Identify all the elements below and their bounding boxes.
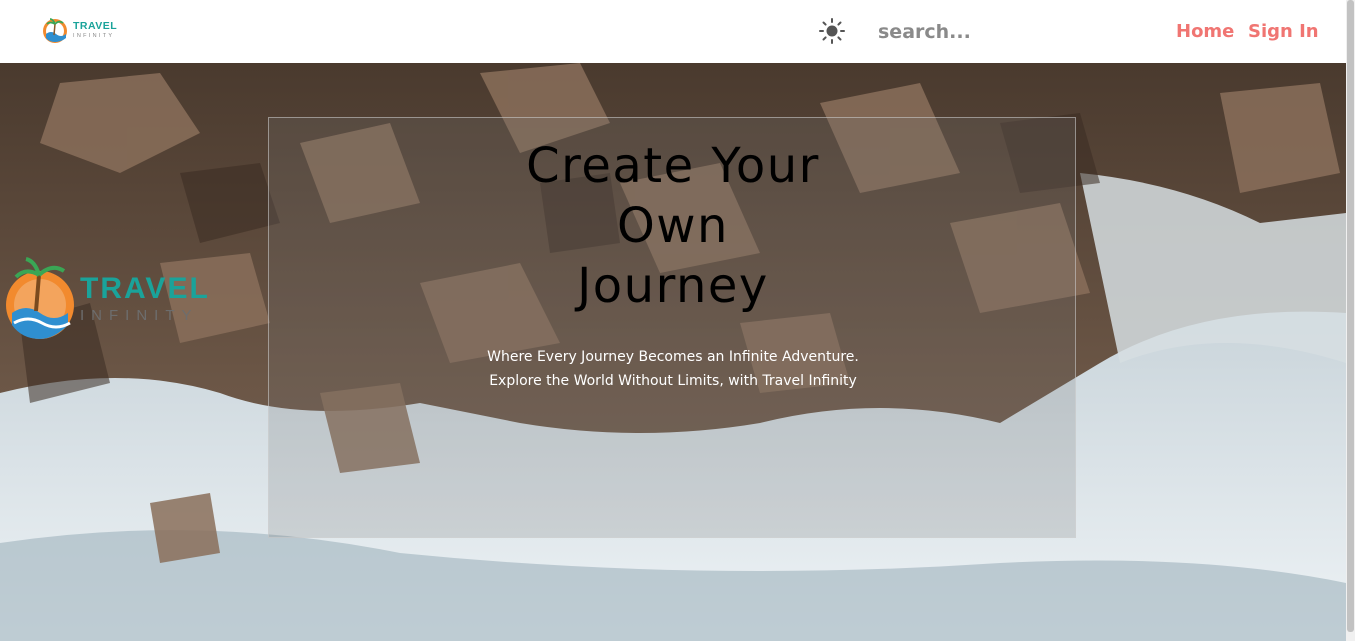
hero-title-line: Own — [617, 198, 729, 254]
hero-logo-word-travel: TRAVEL — [80, 271, 210, 305]
hero-title-line: Create Your — [526, 138, 820, 194]
top-navbar: TRAVEL INFINITY Home Sign In — [0, 0, 1346, 63]
nav-sign-in-link[interactable]: Sign In — [1248, 21, 1319, 42]
page-scrollbar[interactable] — [1346, 0, 1355, 641]
nav-home-link[interactable]: Home — [1176, 21, 1234, 42]
palm-sun-logo-icon — [6, 257, 74, 339]
brand-logo[interactable]: TRAVEL INFINITY — [40, 14, 122, 46]
hero-glass-card: Create Your Own Journey Where Every Jour… — [268, 117, 1076, 538]
logo-word-travel: TRAVEL — [73, 20, 118, 32]
hero-subtitle: Where Every Journey Becomes an Infinite … — [269, 345, 1077, 393]
logo-word-infinity: INFINITY — [73, 32, 115, 39]
hero-subtitle-line: Explore the World Without Limits, with T… — [489, 373, 857, 389]
search-input[interactable] — [870, 15, 1030, 49]
hero-logo-word-infinity: INFINITY — [80, 306, 199, 324]
hero-subtitle-line: Where Every Journey Becomes an Infinite … — [487, 349, 859, 365]
hero-title: Create Your Own Journey — [269, 136, 1077, 316]
hero-title-line: Journey — [577, 258, 769, 314]
scrollbar-thumb[interactable] — [1347, 0, 1354, 632]
hero-brand-logo: TRAVEL INFINITY — [2, 253, 208, 349]
hero-section: TRAVEL INFINITY Create Your Own Journey … — [0, 63, 1346, 641]
palm-sun-logo-icon — [43, 18, 67, 43]
sun-icon[interactable] — [818, 17, 846, 45]
